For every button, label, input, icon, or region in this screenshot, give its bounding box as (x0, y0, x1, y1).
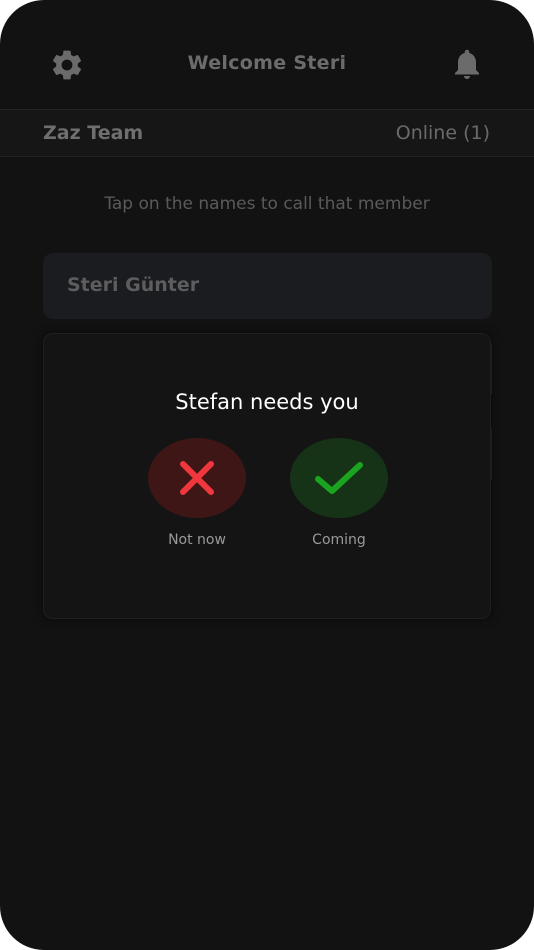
decline-button[interactable] (148, 438, 246, 518)
instruction-text: Tap on the names to call that member (104, 194, 430, 214)
close-icon (180, 461, 214, 495)
call-message: Stefan needs you (175, 390, 359, 414)
check-icon (315, 462, 363, 494)
team-bar: Zaz Team Online (1) (0, 109, 534, 157)
coming-action: Coming (289, 438, 389, 548)
member-card[interactable]: Steri Günter (43, 253, 492, 319)
team-name: Zaz Team (43, 122, 144, 144)
bell-icon[interactable] (449, 46, 485, 82)
online-status: Online (1) (395, 122, 490, 144)
member-name: Steri Günter (67, 274, 200, 296)
decline-label: Not now (168, 532, 226, 548)
call-dialog: Stefan needs you Not now Coming (43, 333, 491, 619)
accept-label: Coming (312, 532, 366, 548)
accept-button[interactable] (290, 438, 388, 518)
app-screen: Welcome Steri Zaz Team Online (1) Tap on… (0, 0, 534, 950)
not-now-action: Not now (147, 438, 247, 548)
header: Welcome Steri (0, 0, 534, 110)
